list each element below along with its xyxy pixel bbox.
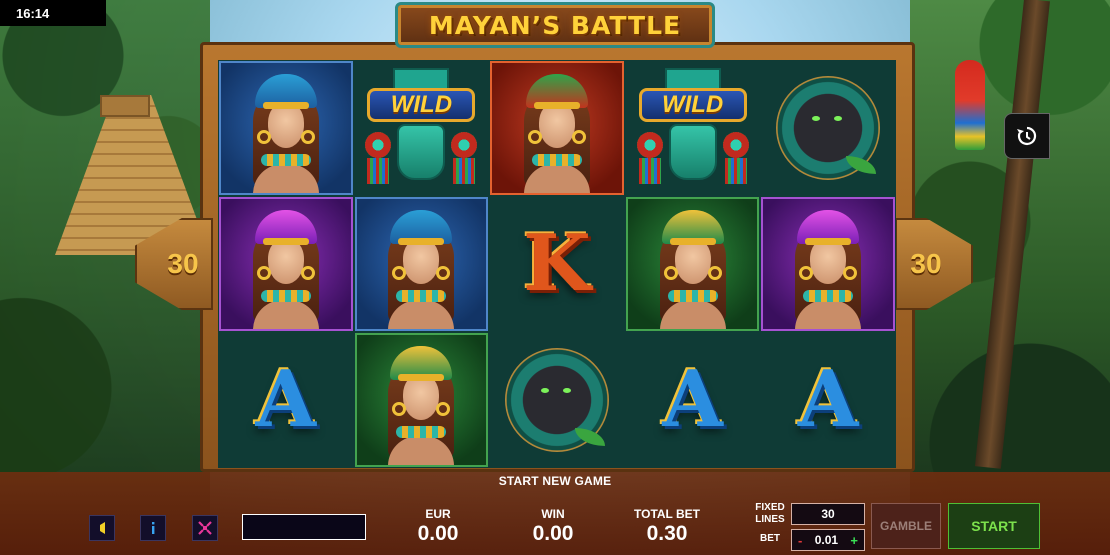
reel-cell: K (490, 197, 624, 331)
history-button[interactable] (1004, 113, 1050, 159)
reel-cell (490, 61, 624, 195)
symbol-k: K (523, 218, 591, 309)
symbol-woman-red (512, 68, 602, 193)
symbol-woman-blue (376, 204, 466, 329)
reel-cell (761, 197, 895, 331)
symbol-woman-green (376, 340, 466, 465)
reel-cell: WILD (355, 61, 489, 195)
wild-label: WILD (661, 90, 724, 118)
game-title-plaque: MAYAN’S BATTLE (395, 2, 715, 48)
symbol-panther (504, 348, 609, 452)
sound-button[interactable] (89, 515, 115, 541)
right-lines-value: 30 (910, 248, 942, 279)
status-clock: 16:14 (0, 0, 106, 26)
reel-cell (354, 197, 489, 331)
total-bet-value: 0.30 (646, 522, 688, 545)
symbol-woman-green (648, 204, 738, 329)
balance-display: EUR 0.00 (383, 507, 493, 546)
info-icon (152, 522, 155, 534)
reel-cell (625, 197, 760, 331)
reel-cell (219, 197, 353, 331)
reel-cell: A (219, 333, 353, 467)
reel-cell: WILD (626, 61, 760, 195)
game-scene: 30 30 WILD WILD K A A A MAYAN’S BATTLE 16:14 … (0, 0, 1110, 555)
reel-cell (219, 61, 353, 195)
fixed-lines-label: FIXED LINES (744, 502, 796, 526)
total-bet-display: TOTAL BET 0.30 (612, 507, 722, 546)
symbol-woman-purple (241, 204, 331, 329)
bet-increase-button[interactable]: + (850, 533, 858, 548)
message-box (242, 514, 366, 540)
fixed-lines-value: 30 (791, 503, 865, 525)
parrot (955, 60, 985, 150)
symbol-a: A (662, 354, 723, 445)
game-title: MAYAN’S BATTLE (428, 10, 682, 40)
symbol-woman-blue (241, 68, 331, 193)
symbol-a: A (797, 354, 859, 445)
bet-decrease-button[interactable]: - (798, 533, 802, 548)
reel-cell (761, 61, 895, 195)
wild-label: WILD (390, 90, 453, 118)
reel-cell: A (761, 333, 895, 467)
total-bet-label: TOTAL BET (634, 507, 700, 521)
left-lines-value: 30 (167, 248, 199, 279)
status-message: START NEW GAME (498, 474, 612, 488)
bet-stepper: - 0.01 + (791, 529, 865, 551)
bet-value: 0.01 (814, 533, 839, 547)
bet-label: BET (760, 533, 780, 544)
balance-value: 0.00 (417, 522, 459, 545)
start-button[interactable]: START (948, 503, 1040, 549)
reel-cell (354, 333, 489, 467)
symbol-panther (776, 76, 881, 180)
reel-cell (490, 333, 624, 467)
fixed-lines-label-line1: FIXED (755, 502, 785, 513)
symbol-woman-purple (783, 204, 873, 329)
info-button[interactable] (140, 515, 166, 541)
symbol-a: A (255, 354, 317, 445)
speaker-icon (100, 522, 105, 534)
paylines-icon (198, 521, 212, 535)
fixed-lines-label-line2: LINES (755, 514, 785, 525)
pyramid-temple-top (100, 95, 150, 117)
history-icon (1017, 126, 1037, 146)
win-value: 0.00 (532, 522, 574, 545)
gamble-button[interactable]: GAMBLE (871, 503, 941, 549)
paylines-button[interactable] (192, 515, 218, 541)
symbol-wild: WILD (361, 66, 481, 191)
win-display: WIN 0.00 (498, 507, 608, 546)
reel-grid: WILD WILD K A A A (218, 60, 896, 468)
balance-label: EUR (425, 507, 451, 521)
symbol-wild: WILD (633, 66, 753, 191)
win-label: WIN (541, 507, 565, 521)
reel-cell: A (626, 333, 760, 467)
